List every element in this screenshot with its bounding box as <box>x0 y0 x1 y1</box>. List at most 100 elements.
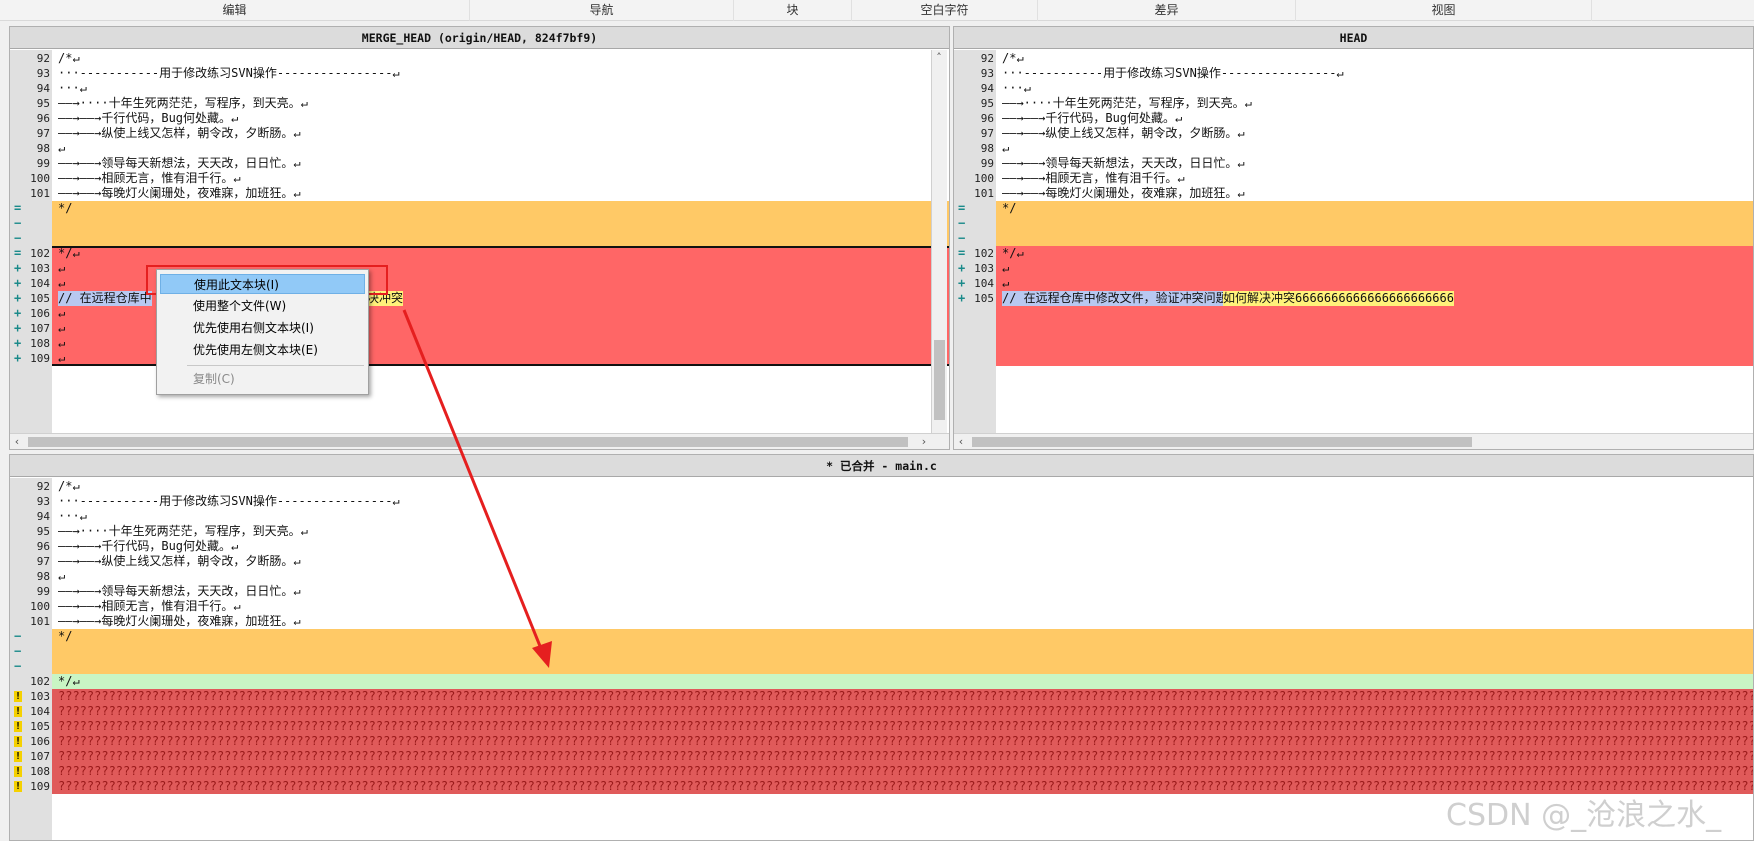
code-line[interactable]: 109 + ↵ <box>10 351 949 366</box>
ctx-use-whole-file[interactable]: 使用整个文件(W) <box>160 296 365 316</box>
menu-edit[interactable]: 编辑 <box>0 0 470 21</box>
menu-view[interactable]: 视图 <box>1296 0 1592 21</box>
code-line[interactable]: 93 ···-----------用于修改练习SVN操作-------------… <box>954 66 1753 81</box>
watermark: CSDN @_沧浪之水_ <box>1446 798 1722 833</box>
ctx-prefer-right-block[interactable]: 优先使用右侧文本块(I) <box>160 318 365 338</box>
plus-icon: + <box>14 276 22 290</box>
conflict-line[interactable]: ! 103????????????????????????????????????… <box>10 689 1753 704</box>
code-line[interactable]: 93 ···-----------用于修改练习SVN操作-------------… <box>10 494 1753 509</box>
line-text: ——→——→纵使上线又怎样，朝令改，夕断肠。↵ <box>1002 126 1245 140</box>
code-line[interactable]: 100 ——→——→相顾无言，惟有泪千行。↵ <box>10 599 1753 614</box>
code-line[interactable]: 94 ···↵ <box>954 81 1753 96</box>
minus-icon: − <box>14 659 22 673</box>
code-line[interactable]: 94 ···↵ <box>10 81 949 96</box>
scroll-left-icon[interactable]: ‹ <box>954 434 968 449</box>
code-line[interactable]: 97 ——→——→纵使上线又怎样，朝令改，夕断肠。↵ <box>10 126 949 141</box>
conflict-line[interactable]: ! 106????????????????????????????????????… <box>10 734 1753 749</box>
code-line[interactable]: 103 + ↵ <box>10 261 949 276</box>
scroll-up-icon[interactable]: ˄ <box>932 50 946 66</box>
merged-pane[interactable]: * 已合并 - main.c 92 /*↵ 93 ···-----------用于修改… <box>9 454 1754 841</box>
scroll-right-icon[interactable]: › <box>917 434 931 449</box>
line-number: 92 <box>36 52 50 65</box>
ctx-use-this-block[interactable]: 使用此文本块(I) <box>160 274 365 294</box>
code-line[interactable]: = */ <box>10 201 949 216</box>
code-line[interactable]: 104 + ↵ <box>954 276 1753 291</box>
code-line[interactable]: 104 + ↵ <box>10 276 949 291</box>
minus-icon: − <box>14 231 22 245</box>
code-line[interactable]: 99 ——→——→领导每天新想法，天天改，日日忙。↵ <box>10 156 949 171</box>
code-line[interactable]: 102 = */↵ <box>954 246 1753 261</box>
code-line[interactable]: 101 ——→——→每晚灯火阑珊处，夜难寐，加班狂。↵ <box>10 614 1753 629</box>
plus-icon: + <box>958 276 966 290</box>
line-text-highlight: 如何解决冲突6666666666666666666666 <box>1223 291 1454 306</box>
right-diff-pane[interactable]: HEAD 92 /*↵ 93 ···-----------用于修改练习SVN操作---… <box>953 26 1754 450</box>
line-text-highlight: 决冲突 <box>367 291 404 306</box>
code-line[interactable]: 101 ——→——→每晚灯火阑珊处，夜难寐，加班狂。↵ <box>954 186 1753 201</box>
equal-icon: = <box>14 201 22 215</box>
code-line[interactable]: 100 ——→——→相顾无言，惟有泪千行。↵ <box>10 171 949 186</box>
left-vertical-scrollbar[interactable]: ˄ <box>931 50 947 433</box>
code-line[interactable]: 100 ——→——→相顾无言，惟有泪千行。↵ <box>954 171 1753 186</box>
code-line[interactable]: 96 ——→——→千行代码，Bug何处藏。↵ <box>954 111 1753 126</box>
code-line[interactable]: 99 ——→——→领导每天新想法，天天改，日日忙。↵ <box>954 156 1753 171</box>
code-line[interactable]: 103 + ↵ <box>954 261 1753 276</box>
scroll-left-icon[interactable]: ‹ <box>10 434 24 449</box>
menu-navigate[interactable]: 导航 <box>470 0 734 21</box>
line-number: 108 <box>30 765 50 778</box>
conflict-line[interactable]: ! 104????????????????????????????????????… <box>10 704 1753 719</box>
code-line[interactable]: 94 ···↵ <box>10 509 1753 524</box>
code-line[interactable]: 96 ——→——→千行代码，Bug何处藏。↵ <box>10 539 1753 554</box>
ctx-prefer-left-block[interactable]: 优先使用左侧文本块(E) <box>160 340 365 360</box>
conflict-line[interactable]: ! 105????????????????????????????????????… <box>10 719 1753 734</box>
code-line[interactable]: 95 ——→····十年生死两茫茫，写程序，到天亮。↵ <box>954 96 1753 111</box>
plus-icon: + <box>14 291 22 305</box>
line-number: 92 <box>980 52 994 65</box>
code-line[interactable]: 102 = */↵ <box>10 246 949 261</box>
line-text: ↵ <box>58 351 66 365</box>
left-diff-pane[interactable]: MERGE_HEAD (origin/HEAD, 824f7bf9) 92 /*↵… <box>9 26 950 450</box>
line-number: 93 <box>980 67 994 80</box>
code-line[interactable]: 105 +// 在远程仓库中修改文件，验证冲突问题， 如何解决冲突666666666… <box>954 291 1753 306</box>
code-line[interactable]: 101 ——→——→每晚灯火阑珊处，夜难寐，加班狂。↵ <box>10 186 949 201</box>
code-line[interactable]: 107 + ↵ <box>10 321 949 336</box>
code-line[interactable]: 98 ↵ <box>10 141 949 156</box>
code-line[interactable]: 92 /*↵ <box>10 51 949 66</box>
code-line[interactable]: 106 + ↵ <box>10 306 949 321</box>
context-menu: 使用此文本块(I) 使用整个文件(W) 优先使用右侧文本块(I) 优先使用左侧文… <box>156 269 369 395</box>
left-hscroll-thumb[interactable] <box>28 437 908 447</box>
left-horizontal-scrollbar[interactable]: ‹ › <box>10 433 949 449</box>
menu-block[interactable]: 块 <box>734 0 852 21</box>
plus-icon: + <box>14 336 22 350</box>
code-line[interactable]: 95 ——→····十年生死两茫茫，写程序，到天亮。↵ <box>10 524 1753 539</box>
line-number: 102 <box>30 675 50 688</box>
code-line[interactable]: 93 ···-----------用于修改练习SVN操作-------------… <box>10 66 949 81</box>
code-line[interactable]: 98 ↵ <box>10 569 1753 584</box>
placeholder-line: − <box>10 216 949 231</box>
menu-diff[interactable]: 差异 <box>1038 0 1296 21</box>
conflict-text: ????????????????????????????????????????… <box>58 734 1753 748</box>
code-line[interactable]: 92 /*↵ <box>954 51 1753 66</box>
code-line[interactable]: 95 ——→····十年生死两茫茫，写程序，到天亮。↵ <box>10 96 949 111</box>
code-line[interactable]: − */ <box>10 629 1753 644</box>
code-line[interactable]: 96 ——→——→千行代码，Bug何处藏。↵ <box>10 111 949 126</box>
code-line[interactable]: 98 ↵ <box>954 141 1753 156</box>
right-hscroll-thumb[interactable] <box>972 437 1472 447</box>
code-line[interactable]: = */ <box>954 201 1753 216</box>
conflict-line[interactable]: ! 107????????????????????????????????????… <box>10 749 1753 764</box>
line-text: ↵ <box>58 306 66 320</box>
code-line[interactable]: 97 ——→——→纵使上线又怎样，朝令改，夕断肠。↵ <box>954 126 1753 141</box>
line-text: ——→——→每晚灯火阑珊处，夜难寐，加班狂。↵ <box>1002 186 1245 200</box>
line-number: 97 <box>980 127 994 140</box>
code-line[interactable]: 102 */↵ <box>10 674 1753 689</box>
conflict-line[interactable]: ! 108????????????????????????????????????… <box>10 764 1753 779</box>
right-horizontal-scrollbar[interactable]: ‹ <box>954 433 1753 449</box>
code-line[interactable]: 99 ——→——→领导每天新想法，天天改，日日忙。↵ <box>10 584 1753 599</box>
menu-whitespace[interactable]: 空白字符 <box>852 0 1038 21</box>
code-line[interactable]: 105 +// 在远程仓库中 决冲突 <box>10 291 949 306</box>
line-number: 100 <box>30 600 50 613</box>
code-line[interactable]: 97 ——→——→纵使上线又怎样，朝令改，夕断肠。↵ <box>10 554 1753 569</box>
left-vscroll-thumb[interactable] <box>934 340 945 420</box>
code-line[interactable]: 108 + ↵ <box>10 336 949 351</box>
equal-icon: = <box>958 201 966 215</box>
code-line[interactable]: 92 /*↵ <box>10 479 1753 494</box>
